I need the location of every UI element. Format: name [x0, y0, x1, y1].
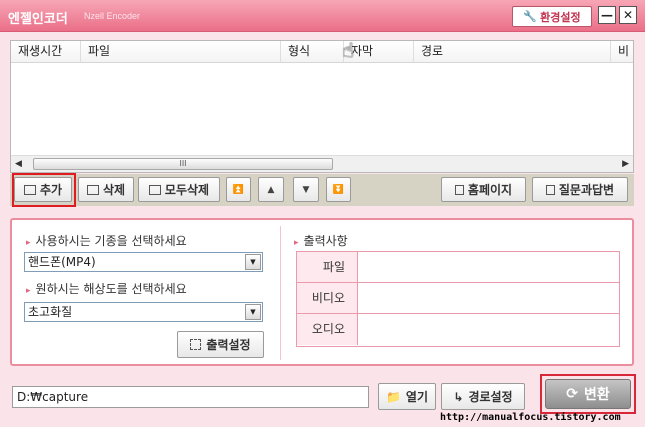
move-top-button[interactable]: ⏫	[226, 177, 251, 202]
open-folder-button[interactable]: 📁 열기	[378, 383, 436, 410]
output-label-video: 비디오	[297, 283, 358, 313]
close-button[interactable]: ✕	[619, 6, 637, 24]
double-up-icon: ⏫	[232, 184, 245, 195]
resolution-select[interactable]: 초고화질 ▼	[24, 302, 263, 322]
double-down-icon: ⏬	[332, 184, 345, 195]
document-icon	[454, 184, 464, 195]
title-bar: 엔젤인코더 Nzell Encoder 🔧 환경설정 — ✕	[0, 0, 645, 32]
delete-all-button-label: 모두삭제	[164, 183, 210, 197]
down-arrow-icon: ▼	[302, 184, 310, 195]
settings-button-label: 환경설정	[540, 10, 581, 24]
scroll-right-icon[interactable]: ▶	[622, 159, 629, 169]
delete-icon	[86, 184, 99, 195]
app-subtitle: Nzell Encoder	[84, 11, 141, 21]
output-settings-icon	[190, 339, 202, 350]
output-heading: 출력사항	[294, 232, 348, 249]
file-list-header: 재생시간 파일 형식 자막 경로 비	[11, 41, 633, 63]
output-value-video	[359, 283, 619, 313]
resolution-prompt: 원하시는 해상도를 선택하세요	[26, 280, 187, 297]
delete-all-button[interactable]: 모두삭제	[138, 177, 220, 202]
output-row-file: 파일	[297, 252, 619, 283]
homepage-button[interactable]: 홈페이지	[441, 177, 526, 202]
scroll-left-icon[interactable]: ◀	[15, 159, 22, 169]
delete-all-icon	[148, 184, 161, 195]
convert-button-label: 변환	[583, 387, 610, 403]
device-prompt: 사용하시는 기종을 선택하세요	[26, 232, 187, 249]
watermark-url: http://manualfocus.tistory.com	[440, 412, 621, 423]
settings-button[interactable]: 🔧 환경설정	[512, 6, 592, 27]
delete-button-label: 삭제	[102, 183, 126, 197]
refresh-icon: ⟳	[566, 386, 578, 402]
close-icon: ✕	[622, 8, 634, 22]
output-settings-button[interactable]: 출력설정	[177, 331, 264, 358]
chevron-down-icon[interactable]: ▼	[245, 254, 261, 270]
convert-button[interactable]: ⟳ 변환	[545, 379, 631, 409]
faq-button-label: 질문과답변	[558, 183, 615, 197]
column-more[interactable]: 비	[611, 41, 633, 62]
path-icon: ↳	[453, 389, 464, 404]
move-up-button[interactable]: ▲	[258, 177, 284, 202]
output-row-video: 비디오	[297, 283, 619, 314]
file-list[interactable]: 재생시간 파일 형식 자막 경로 비 ◀ III ▶	[10, 40, 634, 173]
wrench-icon: 🔧	[523, 10, 538, 23]
scroll-thumb[interactable]: III	[33, 158, 333, 170]
chevron-down-icon[interactable]: ▼	[245, 304, 261, 320]
output-label-audio: 오디오	[297, 314, 358, 345]
output-path-field[interactable]: D:₩capture	[12, 386, 369, 408]
homepage-button-label: 홈페이지	[467, 183, 513, 197]
delete-button[interactable]: 삭제	[78, 177, 134, 202]
column-file[interactable]: 파일	[81, 41, 281, 62]
open-folder-label: 열기	[405, 390, 429, 404]
device-select-value: 핸드폰(MP4)	[28, 255, 96, 269]
add-button-highlight	[12, 173, 76, 207]
column-duration[interactable]: 재생시간	[11, 41, 81, 62]
column-path[interactable]: 경로	[414, 41, 611, 62]
convert-button-highlight: ⟳ 변환	[540, 374, 636, 414]
settings-divider	[280, 226, 281, 360]
minimize-button[interactable]: —	[598, 6, 616, 24]
move-bottom-button[interactable]: ⏬	[326, 177, 351, 202]
horizontal-scrollbar[interactable]: ◀ III ▶	[11, 155, 633, 172]
settings-panel: 사용하시는 기종을 선택하세요 핸드폰(MP4) ▼ 원하시는 해상도를 선택하…	[10, 218, 634, 366]
device-select[interactable]: 핸드폰(MP4) ▼	[24, 252, 263, 272]
output-label-file: 파일	[297, 252, 358, 282]
output-info-table: 파일 비디오 오디오	[296, 251, 620, 347]
move-down-button[interactable]: ▼	[293, 177, 319, 202]
hand-cursor-icon: ☝	[342, 38, 355, 62]
toolbar: 추가 삭제 모두삭제 ⏫ ▲ ▼ ⏬ 홈페이지 질문과답변	[10, 174, 634, 206]
output-value-file	[359, 252, 619, 282]
output-settings-label: 출력설정	[206, 338, 251, 352]
folder-icon: 📁	[385, 389, 401, 404]
output-value-audio	[359, 314, 619, 345]
output-row-audio: 오디오	[297, 314, 619, 345]
path-settings-button[interactable]: ↳ 경로설정	[441, 383, 525, 410]
path-settings-label: 경로설정	[468, 390, 513, 404]
faq-button[interactable]: 질문과답변	[532, 177, 628, 202]
minimize-icon: —	[601, 8, 613, 22]
up-arrow-icon: ▲	[267, 184, 275, 195]
resolution-select-value: 초고화질	[28, 305, 73, 319]
column-subtitle[interactable]: 자막	[344, 41, 414, 62]
app-title: 엔젤인코더	[8, 12, 68, 27]
column-format[interactable]: 형식	[281, 41, 344, 62]
question-icon	[545, 184, 555, 195]
